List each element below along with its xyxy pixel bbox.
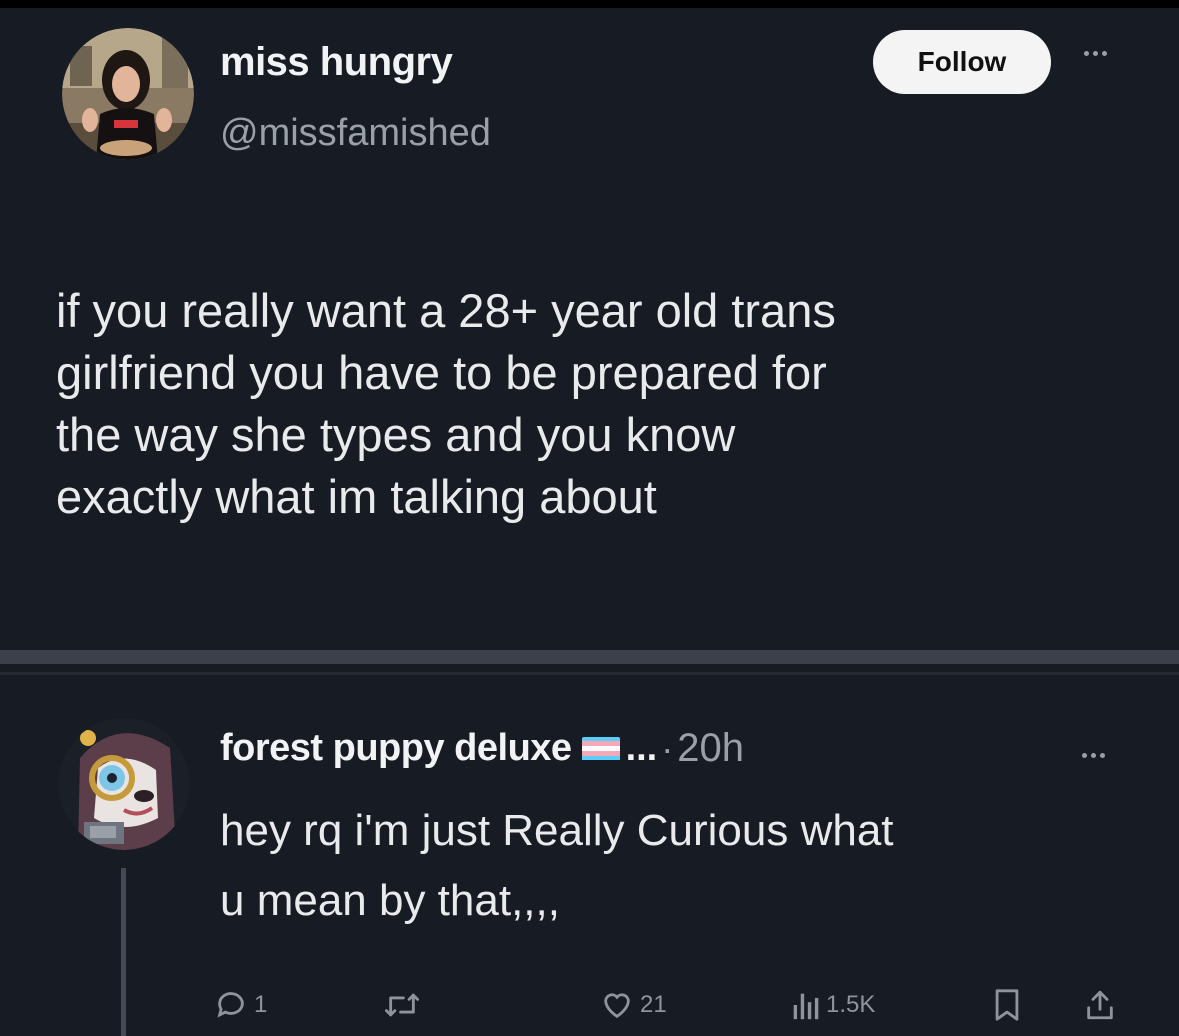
avatar[interactable]	[62, 28, 194, 160]
reply-text: hey rq i'm just Really Curious what u me…	[220, 796, 1140, 936]
author-name[interactable]: miss hungry	[220, 40, 453, 85]
author-handle[interactable]: @missfamished	[220, 112, 491, 155]
post-text: if you really want a 28+ year old trans …	[56, 280, 1146, 528]
bookmark-button[interactable]	[992, 980, 1022, 1030]
thread-line	[121, 868, 126, 1036]
reply-count: 1	[254, 991, 268, 1018]
bookmark-icon	[995, 989, 1019, 1021]
reply-header: forest puppy deluxe ... · 20h	[220, 726, 744, 771]
comment-icon	[217, 992, 244, 1018]
reply-text-line: hey rq i'm just Really Curious what	[220, 806, 894, 855]
like-button[interactable]: 21	[600, 980, 667, 1030]
reply-timestamp[interactable]: 20h	[677, 726, 744, 771]
share-icon	[1087, 990, 1113, 1020]
name-truncation: ...	[625, 727, 658, 769]
reply-avatar[interactable]	[58, 718, 190, 850]
action-bar: 1 21 1.5K	[214, 980, 1134, 1030]
screen: miss hungry @missfamished Follow if you …	[0, 8, 1179, 1036]
divider-line	[0, 672, 1179, 675]
heart-icon	[604, 993, 630, 1019]
post-text-line: the way she types and you know	[56, 408, 736, 461]
post-text-line: if you really want a 28+ year old trans	[56, 284, 836, 337]
main-post: miss hungry @missfamished Follow if you …	[0, 8, 1179, 648]
reply-button[interactable]: 1	[214, 980, 267, 1030]
reply-text-line: u mean by that,,,,	[220, 876, 560, 925]
view-count: 1.5K	[826, 991, 876, 1018]
like-count: 21	[640, 991, 667, 1018]
views-icon	[793, 993, 819, 1020]
post-text-line: girlfriend you have to be prepared for	[56, 346, 827, 399]
reply-author-name[interactable]: forest puppy deluxe	[220, 727, 572, 770]
repost-icon	[385, 993, 420, 1017]
separator: ·	[661, 727, 674, 769]
post-text-line: exactly what im talking about	[56, 470, 657, 523]
reply-post: forest puppy deluxe ... · 20h hey rq i'm…	[0, 688, 1179, 1036]
more-options-icon[interactable]	[1068, 740, 1118, 770]
share-button[interactable]	[1084, 980, 1116, 1030]
views-button[interactable]: 1.5K	[790, 980, 875, 1030]
follow-button[interactable]: Follow	[873, 30, 1051, 94]
section-divider	[0, 650, 1179, 664]
repost-button[interactable]	[382, 980, 422, 1030]
trans-flag-icon	[581, 736, 620, 761]
more-options-icon[interactable]	[1070, 38, 1120, 68]
